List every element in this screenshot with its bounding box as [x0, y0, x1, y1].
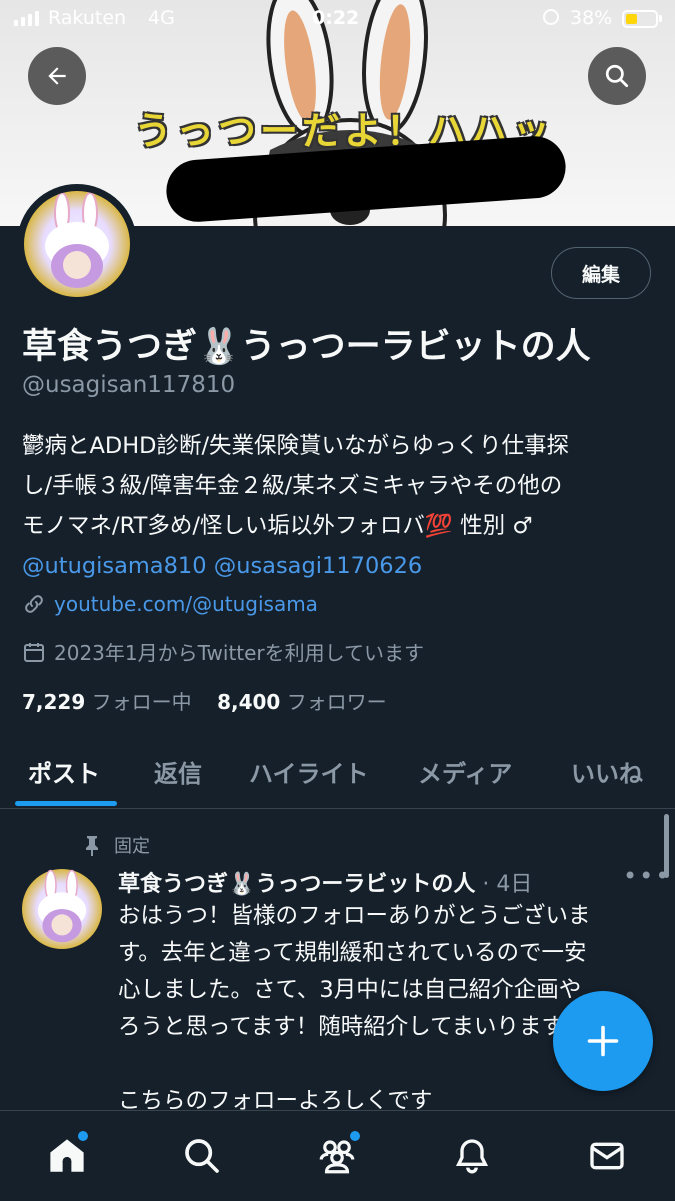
notifications-icon — [455, 1139, 489, 1174]
status-bar: Rakuten 4G 0:22 38% — [0, 0, 675, 40]
profile-bio: 鬱病とADHD診断/失業保険貰いながらゆっくり仕事探 し/手帳３級/障害年金２級… — [22, 426, 662, 586]
battery-percent: 38% — [570, 7, 613, 29]
nav-notifications[interactable] — [447, 1131, 497, 1181]
followers-count: 8,400 — [217, 690, 281, 714]
search-icon — [605, 64, 629, 88]
compose-button[interactable] — [553, 991, 653, 1091]
post-header: 草食うつぎ🐰うっつーラビットの人 · 4日 — [118, 866, 532, 898]
communities-icon — [319, 1140, 355, 1174]
edit-profile-button[interactable]: 編集 — [551, 247, 651, 299]
search-icon — [185, 1139, 219, 1173]
active-tab-indicator — [15, 801, 117, 806]
nav-messages[interactable] — [582, 1131, 632, 1181]
home-icon — [50, 1139, 84, 1172]
back-button[interactable] — [28, 47, 86, 105]
bio-line: モノマネ/RT多め/怪しい垢以外フォロバ💯 性別 ♂ — [22, 513, 533, 539]
calendar-icon — [24, 642, 44, 662]
home-notification-dot — [78, 1131, 88, 1141]
joined-date: 2023年1月からTwitterを利用しています — [54, 641, 425, 665]
profile-avatar[interactable] — [17, 184, 137, 304]
nav-search[interactable] — [177, 1131, 227, 1181]
post-time: · 4日 — [482, 872, 533, 897]
scrollbar[interactable] — [664, 814, 669, 878]
pin-icon — [86, 836, 98, 856]
following-link[interactable]: 7,229 フォロー中 — [22, 690, 192, 714]
post-author-name[interactable]: 草食うつぎ🐰うっつーラビットの人 — [118, 872, 475, 897]
following-count: 7,229 — [22, 690, 86, 714]
avatar-image — [24, 191, 130, 297]
joined-row: 2023年1月からTwitterを利用しています — [22, 637, 424, 666]
tab-highlights[interactable]: ハイライト — [249, 754, 369, 789]
website-link[interactable]: youtube.com/@utugisama — [54, 592, 318, 616]
website-row: youtube.com/@utugisama — [22, 592, 318, 616]
user-handle: @usagisan117810 — [22, 372, 236, 398]
post-line: おはうつ！皆様のフォローありがとうございま — [118, 903, 591, 929]
bio-line: し/手帳３級/障害年金２級/某ネズミキャラやその他の — [22, 473, 563, 499]
rotation-lock-icon — [543, 9, 559, 25]
status-time: 0:22 — [312, 7, 360, 29]
network-type: 4G — [148, 7, 175, 29]
tab-likes[interactable]: いいね — [571, 754, 643, 789]
bottom-navigation — [0, 1110, 675, 1201]
link-icon — [25, 595, 43, 613]
followers-link[interactable]: 8,400 フォロワー — [217, 690, 387, 714]
following-label: フォロー中 — [91, 690, 192, 714]
tab-media[interactable]: メディア — [418, 754, 512, 789]
tab-replies[interactable]: 返信 — [154, 754, 202, 789]
nav-communities[interactable] — [312, 1131, 362, 1181]
follow-stats: 7,229 フォロー中 8,400 フォロワー — [22, 686, 387, 715]
battery-tip — [659, 15, 662, 22]
plus-icon — [587, 1025, 619, 1057]
followers-label: フォロワー — [286, 690, 387, 714]
post-author-avatar[interactable] — [22, 869, 102, 949]
messages-icon — [590, 1142, 624, 1170]
communities-notification-dot — [350, 1131, 360, 1141]
tab-posts[interactable]: ポスト — [28, 754, 100, 789]
pinned-indicator: 固定 — [82, 832, 150, 858]
carrier-name: Rakuten — [48, 7, 127, 29]
display-name: 草食うつぎ🐰うっつーラビットの人 — [22, 327, 591, 367]
arrow-left-icon — [48, 67, 66, 85]
signal-icon — [14, 10, 39, 26]
nav-home[interactable] — [42, 1131, 92, 1181]
battery-icon — [622, 10, 658, 28]
post-line: す。去年と違って規制緩和されているので一安 — [118, 940, 587, 966]
bio-mentions[interactable]: @utugisama810 @usasagi1170626 — [22, 546, 662, 586]
profile-tabs: ポスト 返信 ハイライト メディア いいね — [0, 742, 675, 809]
bio-line: 鬱病とADHD診断/失業保険貰いながらゆっくり仕事探 — [22, 433, 570, 459]
search-button[interactable] — [588, 47, 646, 105]
pinned-label: 固定 — [114, 836, 150, 857]
